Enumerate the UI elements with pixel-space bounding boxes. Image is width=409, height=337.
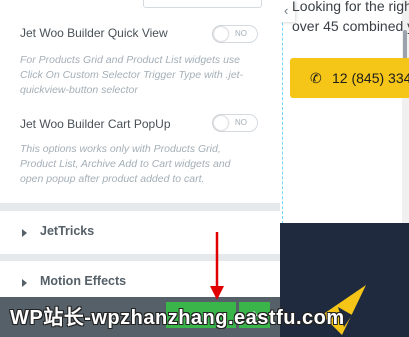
section-divider xyxy=(0,254,280,261)
cart-popup-switch[interactable]: NO xyxy=(212,114,258,132)
phone-icon: ✆ xyxy=(310,70,322,86)
section-title: JetTricks xyxy=(40,224,95,238)
cart-popup-label: Jet Woo Builder Cart PopUp xyxy=(20,117,171,131)
phone-cta-button[interactable]: ✆ 12 (845) 334 xyxy=(290,58,409,98)
switch-state-label: NO xyxy=(235,29,247,38)
quick-view-label: Jet Woo Builder Quick View xyxy=(20,26,168,40)
preview-text-line: over 45 combined y xyxy=(292,18,409,34)
caret-right-icon xyxy=(22,279,27,287)
switch-knob xyxy=(214,27,228,41)
switch-state-label: NO xyxy=(235,118,247,127)
quick-view-switch[interactable]: NO xyxy=(212,25,258,43)
section-motion-effects[interactable]: Motion Effects xyxy=(0,261,280,297)
red-arrow-annotation xyxy=(210,232,224,300)
switch-knob xyxy=(214,116,228,130)
section-jettricks[interactable]: JetTricks xyxy=(0,211,280,255)
watermark-text: WP站长-wpzhanzhang.eastfu.com xyxy=(10,307,345,329)
quick-view-description: For Products Grid and Product List widge… xyxy=(20,54,244,96)
cart-popup-description: This options works only with Products Gr… xyxy=(20,143,231,185)
chevron-left-icon: ‹ xyxy=(284,3,289,18)
section-title: Motion Effects xyxy=(40,274,127,288)
phone-number: 12 (845) 334 xyxy=(332,70,409,86)
elementor-panel: Jet Woo Builder Quick View NO For Produc… xyxy=(0,0,280,297)
page-preview: ‹ Looking for the righ over 45 combined … xyxy=(280,0,409,337)
caret-right-icon xyxy=(22,229,27,237)
preview-text-line: Looking for the righ xyxy=(292,0,409,14)
select-input[interactable] xyxy=(143,0,262,8)
